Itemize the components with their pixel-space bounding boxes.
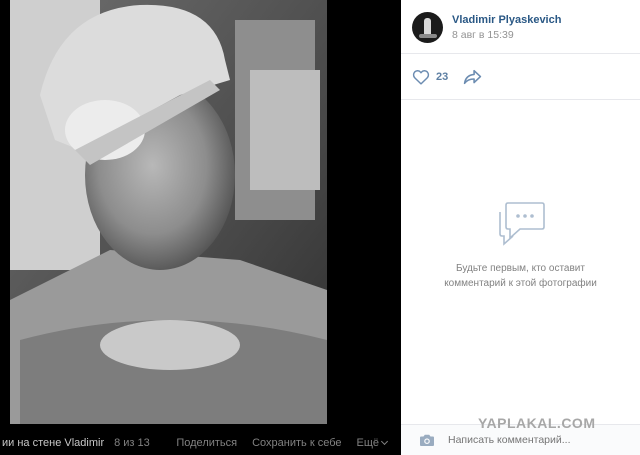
watermark: YAPLAKAL.COM <box>478 415 596 431</box>
chevron-down-icon <box>380 437 389 446</box>
avatar[interactable] <box>412 12 443 43</box>
share-arrow-icon <box>464 69 482 84</box>
viewer-bottom-bar: ии на стене Vladimir 8 из 13 Поделиться … <box>0 431 401 455</box>
photo-sidebar: Vladimir Plyaskevich 8 авг в 15:39 23 Бу… <box>401 0 640 455</box>
photo[interactable] <box>10 0 327 424</box>
photo-viewer: ии на стене Vladimir 8 из 13 Поделиться … <box>0 0 401 455</box>
author-block: Vladimir Plyaskevich 8 авг в 15:39 <box>452 12 561 41</box>
like-count: 23 <box>436 70 449 83</box>
photo-counter: 8 из 13 <box>114 437 150 449</box>
share-button[interactable] <box>463 69 482 85</box>
camera-icon[interactable] <box>419 434 435 447</box>
post-date[interactable]: 8 авг в 15:39 <box>452 29 561 41</box>
viewer-actions: Поделиться Сохранить к себе Ещё <box>176 431 389 455</box>
album-title[interactable]: ии на стене Vladimir <box>2 437 104 449</box>
speech-bubble-icon <box>498 202 545 246</box>
empty-comments-text: Будьте первым, кто оставит комментарий к… <box>401 261 640 291</box>
more-menu[interactable]: Ещё <box>356 437 389 449</box>
post-header: Vladimir Plyaskevich 8 авг в 15:39 <box>401 0 640 54</box>
like-button[interactable]: 23 <box>412 69 448 85</box>
share-link[interactable]: Поделиться <box>176 437 237 449</box>
save-link[interactable]: Сохранить к себе <box>252 437 341 449</box>
author-name[interactable]: Vladimir Plyaskevich <box>452 13 561 27</box>
photo-image <box>10 0 327 424</box>
more-label: Ещё <box>356 437 379 449</box>
post-actions: 23 <box>401 54 640 100</box>
empty-comments: Будьте первым, кто оставит комментарий к… <box>401 200 640 291</box>
heart-icon <box>412 69 430 85</box>
comment-input[interactable] <box>448 434 628 446</box>
empty-comments-line1: Будьте первым, кто оставит <box>456 263 585 274</box>
empty-comments-line2: комментарий к этой фотографии <box>444 278 597 289</box>
